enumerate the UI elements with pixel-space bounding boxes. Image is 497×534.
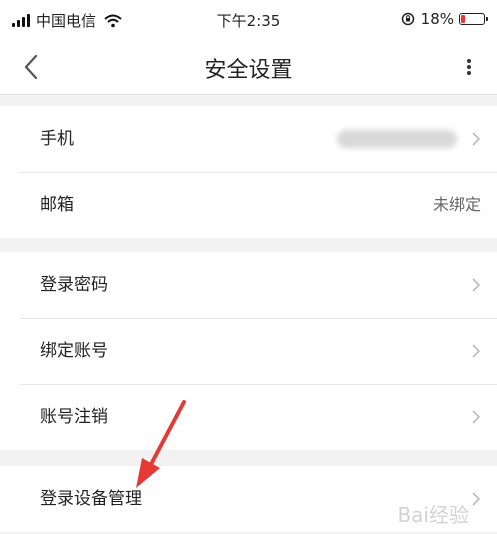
battery-info: 18% bbox=[401, 10, 488, 28]
chevron-right-icon bbox=[472, 410, 481, 424]
login-password-label: 登录密码 bbox=[40, 275, 108, 295]
nav-bar: 安全设置 bbox=[0, 40, 497, 95]
chevron-right-icon bbox=[472, 278, 481, 292]
phone-row[interactable]: 手机 bbox=[0, 106, 497, 172]
chevron-right-icon bbox=[472, 492, 481, 506]
watermark: Bai经验 bbox=[397, 503, 469, 527]
email-status: 未绑定 bbox=[432, 195, 481, 214]
page-title: 安全设置 bbox=[204, 58, 293, 83]
account-group: 手机 邮箱 未绑定 bbox=[0, 106, 497, 238]
rotation-lock-icon bbox=[401, 12, 414, 26]
bind-account-row[interactable]: 绑定账号 bbox=[0, 318, 497, 384]
battery-percent: 18% bbox=[420, 10, 454, 28]
email-row[interactable]: 邮箱 未绑定 bbox=[0, 172, 497, 238]
chevron-right-icon bbox=[472, 344, 481, 358]
email-label: 邮箱 bbox=[40, 195, 74, 215]
cancel-account-label: 账号注销 bbox=[40, 407, 108, 427]
chevron-right-icon bbox=[472, 132, 481, 146]
more-menu-icon[interactable] bbox=[459, 53, 479, 81]
status-bar: 中国电信 下午2:35 18% bbox=[0, 0, 497, 40]
battery-icon bbox=[459, 13, 488, 25]
device-management-label: 登录设备管理 bbox=[40, 489, 142, 509]
login-password-row[interactable]: 登录密码 bbox=[0, 252, 497, 318]
phone-number-blurred bbox=[337, 130, 457, 148]
security-group: 登录密码 绑定账号 账号注销 bbox=[0, 252, 497, 450]
cancel-account-row[interactable]: 账号注销 bbox=[0, 384, 497, 450]
phone-label: 手机 bbox=[40, 129, 74, 149]
bind-account-label: 绑定账号 bbox=[40, 341, 108, 361]
